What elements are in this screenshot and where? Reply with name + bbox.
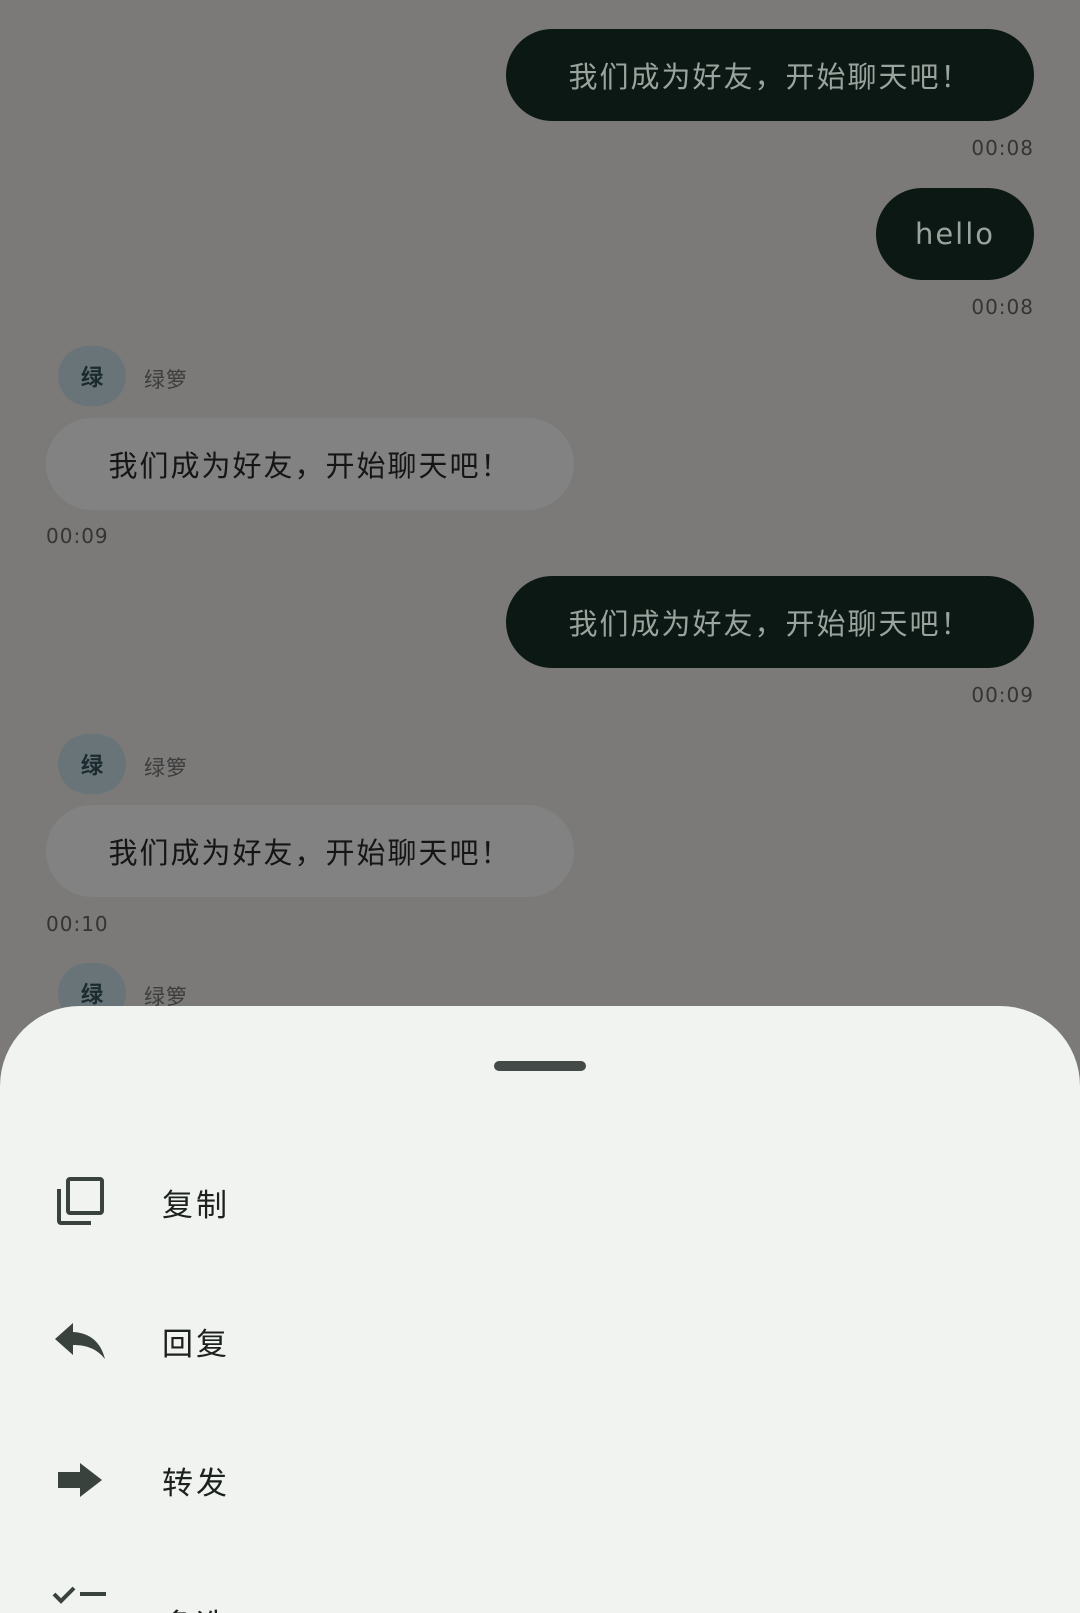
message-bubble-outgoing[interactable]: hello [876,188,1034,280]
menu-item-label: 转发 [162,1465,230,1502]
message-bubble-incoming[interactable]: 我们成为好友，开始聊天吧！ [46,805,574,897]
message-bubble-outgoing[interactable]: 我们成为好友，开始聊天吧！ [506,576,1034,668]
message-time: 00:09 [971,683,1034,707]
multi-select-icon [52,1578,108,1613]
sender-name: 绿箩 [144,756,188,780]
copy-icon [52,1174,108,1230]
menu-item-multi-select[interactable]: 多选 [0,1558,1080,1613]
forward-icon [52,1452,108,1508]
avatar[interactable]: 绿 [58,734,126,794]
drag-handle[interactable] [494,1061,586,1071]
message-time: 00:10 [46,912,109,936]
menu-item-label: 复制 [162,1187,230,1224]
menu-item-label: 多选 [162,1600,230,1613]
message-time: 00:09 [46,524,109,548]
message-time: 00:08 [971,136,1034,160]
reply-icon [52,1313,108,1369]
menu-item-label: 回复 [162,1326,230,1363]
menu-item-copy[interactable]: 复制 [0,1147,1080,1257]
message-time: 00:08 [971,295,1034,319]
menu-item-reply[interactable]: 回复 [0,1286,1080,1396]
message-bubble-outgoing[interactable]: 我们成为好友，开始聊天吧！ [506,29,1034,121]
avatar[interactable]: 绿 [58,346,126,406]
menu-item-forward[interactable]: 转发 [0,1425,1080,1535]
message-actions-sheet: 复制 回复 转发 多选 [0,1006,1080,1613]
sender-name: 绿箩 [144,368,188,392]
message-bubble-incoming[interactable]: 我们成为好友，开始聊天吧！ [46,418,574,510]
